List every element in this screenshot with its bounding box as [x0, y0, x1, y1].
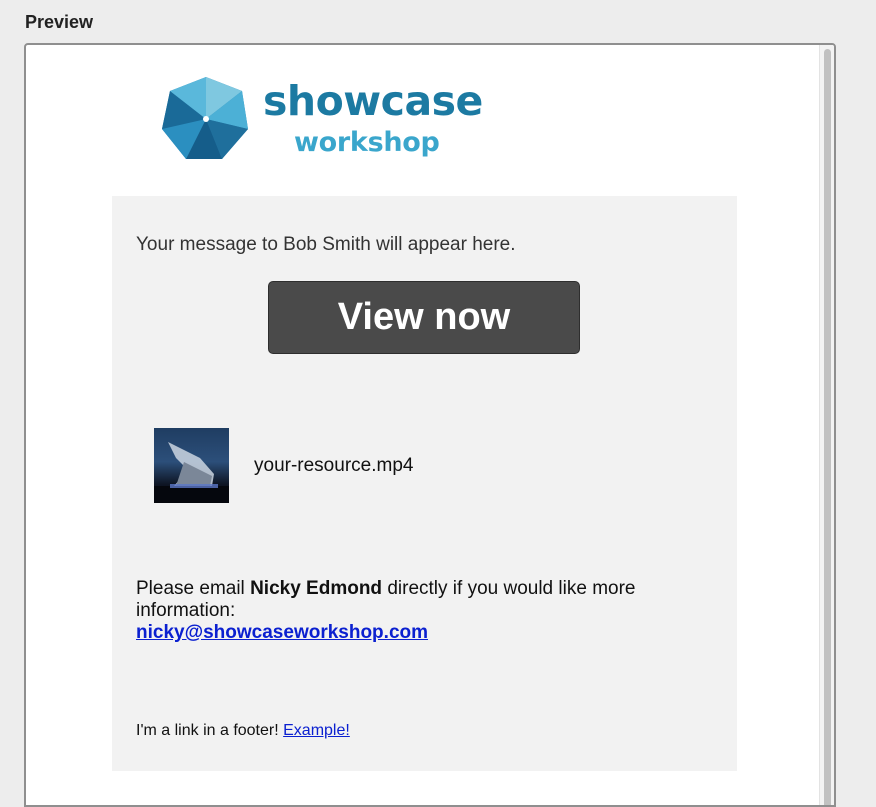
view-now-button[interactable]: View now: [268, 281, 580, 354]
email-footer: I'm a link in a footer! Example!: [136, 722, 350, 740]
showcase-logo: showcase workshop: [156, 73, 483, 165]
logo-text-showcase: showcase: [263, 77, 483, 125]
scrollbar-thumb[interactable]: [824, 49, 831, 805]
showcase-logo-icon: [162, 77, 248, 159]
preview-heading: Preview: [25, 12, 94, 32]
scrollbar[interactable]: [819, 45, 834, 805]
logo-text-workshop: workshop: [294, 127, 440, 158]
contact-name: Nicky Edmond: [250, 578, 383, 599]
resource-file-name[interactable]: your-resource.mp4: [254, 455, 413, 477]
contact-info-prefix: Please email: [136, 578, 251, 599]
footer-text: I'm a link in a footer!: [136, 722, 284, 739]
contact-info: Please email Nicky Edmond directly if yo…: [136, 578, 696, 644]
email-body: Your message to Bob Smith will appear he…: [112, 196, 737, 771]
email-message: Your message to Bob Smith will appear he…: [136, 234, 516, 255]
video-thumbnail-icon[interactable]: [154, 428, 229, 503]
contact-email-link[interactable]: nicky@showcaseworkshop.com: [136, 622, 428, 643]
preview-frame: showcase workshop Your message to Bob Sm…: [24, 43, 836, 807]
footer-example-link[interactable]: Example!: [283, 722, 350, 739]
